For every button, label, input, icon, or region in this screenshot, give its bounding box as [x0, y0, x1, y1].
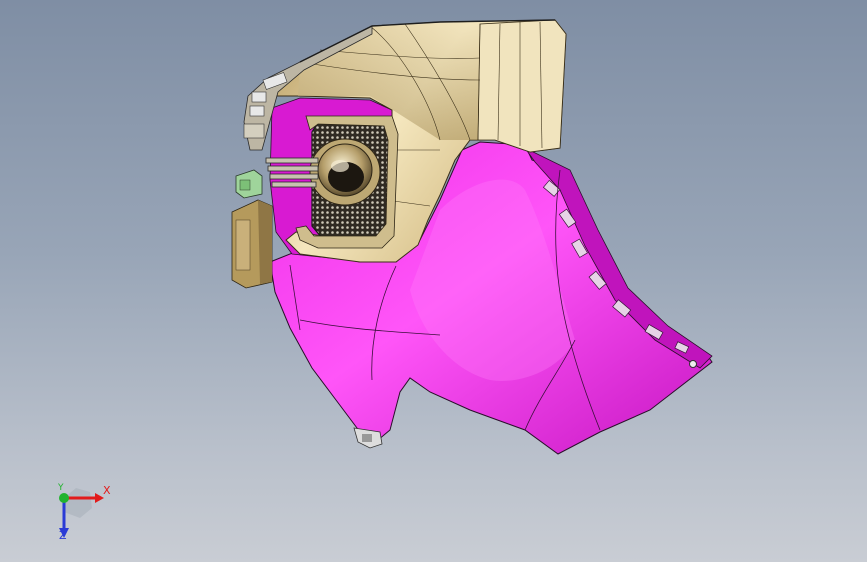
axis-z-label: Z [59, 529, 67, 542]
car-fender-assembly-model[interactable] [0, 0, 867, 562]
cad-viewport[interactable]: X Y Z [0, 0, 867, 562]
fog-lamp-icon[interactable] [309, 138, 381, 206]
clip-connector-icon [235, 169, 263, 199]
bezel-side-face [477, 19, 567, 153]
fender-bolt-hole [689, 360, 697, 368]
axis-y-label: Y [58, 483, 64, 493]
electronic-module [231, 199, 273, 289]
axis-x-label: X [103, 484, 111, 497]
axis-triad: X Y Z [40, 478, 120, 548]
